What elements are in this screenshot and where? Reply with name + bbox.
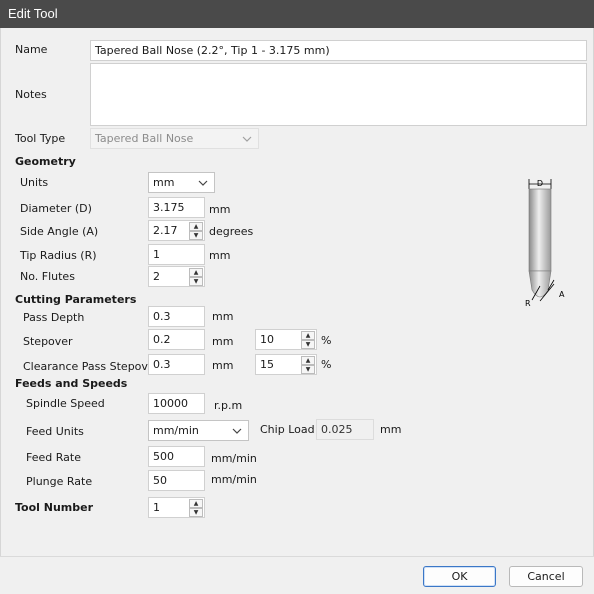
plunge-rate-unit: mm/min — [211, 473, 257, 486]
caret-down-icon[interactable]: ▼ — [189, 508, 203, 517]
diagram-d-label: D — [537, 179, 543, 188]
flutes-label: No. Flutes — [20, 270, 75, 283]
name-value: Tapered Ball Nose (2.2°, Tip 1 - 3.175 m… — [95, 44, 330, 57]
name-field[interactable]: Tapered Ball Nose (2.2°, Tip 1 - 3.175 m… — [90, 40, 587, 61]
chevron-down-icon — [242, 136, 252, 142]
tool-tip — [528, 270, 552, 298]
flutes-spinbox[interactable]: 2 ▲ ▼ — [148, 266, 205, 287]
clearance-input[interactable]: 0.3 — [148, 354, 205, 375]
side-angle-value: 2.17 — [153, 224, 178, 237]
diameter-value: 3.175 — [153, 201, 185, 214]
caret-up-icon[interactable]: ▲ — [189, 268, 203, 277]
chevron-down-icon — [232, 428, 242, 434]
clearance-percent-spinbox[interactable]: 15 ▲ ▼ — [255, 354, 317, 375]
pass-depth-value: 0.3 — [153, 310, 171, 323]
stepover-percent-value: 10 — [260, 333, 274, 346]
notes-label: Notes — [15, 88, 47, 101]
stepover-unit: mm — [212, 335, 234, 348]
caret-down-icon[interactable]: ▼ — [189, 231, 203, 240]
tool-type-select[interactable]: Tapered Ball Nose — [90, 128, 259, 149]
feed-rate-input[interactable]: 500 — [148, 446, 205, 467]
tool-type-value: Tapered Ball Nose — [95, 132, 194, 145]
plunge-rate-input[interactable]: 50 — [148, 470, 205, 491]
feed-rate-value: 500 — [153, 450, 174, 463]
feed-units-value: mm/min — [153, 424, 199, 437]
tool-number-heading: Tool Number — [15, 501, 94, 514]
caret-up-icon[interactable]: ▲ — [301, 331, 315, 340]
chip-load-value: 0.025 — [321, 423, 353, 436]
stepover-percent-spinbox[interactable]: 10 ▲ ▼ — [255, 329, 317, 350]
pass-depth-input[interactable]: 0.3 — [148, 306, 205, 327]
tool-shank — [528, 188, 552, 272]
cancel-button[interactable]: Cancel — [509, 566, 583, 587]
chip-load-field: 0.025 — [316, 419, 374, 440]
cutting-heading: Cutting Parameters — [15, 293, 137, 306]
units-select[interactable]: mm — [148, 172, 215, 193]
stepover-value: 0.2 — [153, 333, 171, 346]
diameter-input[interactable]: 3.175 — [148, 197, 205, 218]
notes-field[interactable] — [90, 63, 587, 126]
diameter-label: Diameter (D) — [20, 202, 92, 215]
diagram-a-label: A — [559, 290, 565, 299]
chip-load-unit: mm — [380, 423, 402, 436]
caret-down-icon[interactable]: ▼ — [301, 340, 315, 349]
clearance-percent-unit: % — [321, 358, 332, 371]
clearance-label: Clearance Pass Stepover — [23, 360, 160, 373]
feed-rate-label: Feed Rate — [26, 451, 81, 464]
feed-units-select[interactable]: mm/min — [148, 420, 249, 441]
caret-up-icon[interactable]: ▲ — [189, 222, 203, 231]
stepover-input[interactable]: 0.2 — [148, 329, 205, 350]
caret-up-icon[interactable]: ▲ — [301, 356, 315, 365]
ok-button-label: OK — [451, 570, 468, 583]
tip-radius-label: Tip Radius (R) — [20, 249, 97, 262]
cancel-button-label: Cancel — [527, 570, 565, 583]
caret-down-icon[interactable]: ▼ — [189, 277, 203, 286]
side-angle-spinbox[interactable]: 2.17 ▲ ▼ — [148, 220, 205, 241]
side-angle-label: Side Angle (A) — [20, 225, 99, 238]
caret-up-icon[interactable]: ▲ — [189, 499, 203, 508]
spindle-speed-input[interactable]: 10000 — [148, 393, 205, 414]
stepover-percent-unit: % — [321, 334, 332, 347]
tool-number-spinbox[interactable]: 1 ▲ ▼ — [148, 497, 205, 518]
units-label: Units — [20, 176, 49, 189]
spindle-speed-unit: r.p.m — [214, 399, 243, 412]
chevron-down-icon — [198, 180, 208, 186]
tip-radius-value: 1 — [153, 248, 160, 261]
geometry-heading: Geometry — [15, 155, 76, 168]
tool-number-value: 1 — [153, 501, 160, 514]
feed-units-label: Feed Units — [26, 425, 84, 438]
clearance-value: 0.3 — [153, 358, 171, 371]
flutes-value: 2 — [153, 270, 160, 283]
units-value: mm — [153, 176, 175, 189]
name-label: Name — [15, 43, 48, 56]
tip-radius-input[interactable]: 1 — [148, 244, 205, 265]
chip-load-label: Chip Load — [260, 423, 315, 436]
plunge-rate-value: 50 — [153, 474, 167, 487]
feed-rate-unit: mm/min — [211, 452, 257, 465]
ok-button[interactable]: OK — [423, 566, 496, 587]
spindle-speed-label: Spindle Speed — [26, 397, 105, 410]
pass-depth-unit: mm — [212, 310, 234, 323]
spindle-speed-value: 10000 — [153, 397, 188, 410]
stepover-label: Stepover — [23, 335, 73, 348]
side-angle-unit: degrees — [209, 225, 254, 238]
tool-diagram: D R A — [525, 179, 565, 308]
diameter-unit: mm — [209, 203, 231, 216]
window-title-bar[interactable]: Edit Tool — [0, 0, 594, 28]
pass-depth-label: Pass Depth — [23, 311, 85, 324]
clearance-percent-value: 15 — [260, 358, 274, 371]
clearance-unit: mm — [212, 359, 234, 372]
dialog-footer — [0, 557, 594, 594]
feeds-heading: Feeds and Speeds — [15, 377, 128, 390]
tip-radius-unit: mm — [209, 249, 231, 262]
tool-type-label: Tool Type — [15, 132, 66, 145]
caret-down-icon[interactable]: ▼ — [301, 365, 315, 374]
plunge-rate-label: Plunge Rate — [26, 475, 93, 488]
window-title: Edit Tool — [8, 6, 58, 21]
diagram-r-label: R — [525, 299, 531, 308]
